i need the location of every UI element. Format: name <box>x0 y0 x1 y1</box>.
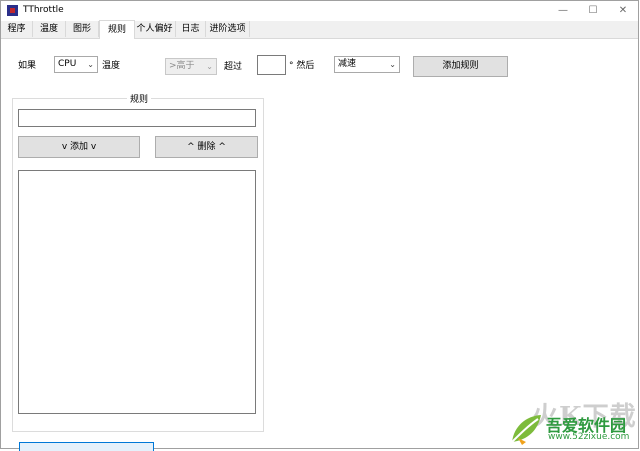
rules-listbox[interactable] <box>18 170 256 414</box>
tab-rules[interactable]: 规则 <box>99 20 135 39</box>
exceed-label: 超过 <box>224 62 243 72</box>
source-select-value: CPU <box>58 59 77 69</box>
tab-strip: 程序 温度 图形 规则 个人偏好 日志 进阶选项 <box>1 20 638 39</box>
tab-graph[interactable]: 图形 <box>66 21 99 37</box>
watermark-url: www.52zixue.com <box>548 432 630 442</box>
tab-temperature[interactable]: 温度 <box>33 21 66 37</box>
if-label: 如果 <box>18 61 37 71</box>
threshold-input[interactable] <box>257 55 286 75</box>
leaf-logo-icon <box>511 415 541 445</box>
chevron-down-icon: ⌄ <box>389 60 396 69</box>
close-button[interactable]: ✕ <box>609 3 637 18</box>
tab-advanced[interactable]: 进阶选项 <box>206 21 250 37</box>
app-icon <box>7 5 18 16</box>
rule-text-input[interactable] <box>18 109 256 127</box>
source-select[interactable]: CPU ⌄ <box>54 56 98 73</box>
then-label: ° 然后 <box>289 61 315 71</box>
tab-log[interactable]: 日志 <box>176 21 206 37</box>
maximize-button[interactable]: ☐ <box>579 3 607 18</box>
title-bar: TThrottle — ☐ ✕ <box>1 1 638 20</box>
watermark: 火K下载 吾爱软件园 www.52zixue.com <box>506 396 638 448</box>
add-rule-button[interactable]: 添加规则 <box>413 56 508 77</box>
chevron-down-icon: ⌄ <box>206 62 213 71</box>
minimize-button[interactable]: — <box>549 3 577 18</box>
rules-group-title: 规则 <box>127 92 152 105</box>
action-select-value: 减速 <box>338 59 357 69</box>
tab-programs[interactable]: 程序 <box>1 21 33 37</box>
tab-preferences[interactable]: 个人偏好 <box>134 21 176 37</box>
action-select[interactable]: 减速 ⌄ <box>334 56 400 73</box>
comparison-select[interactable]: >高于 ⌄ <box>165 58 217 75</box>
delete-button[interactable]: ^ 删除 ^ <box>155 136 258 158</box>
window-title: TThrottle <box>23 5 64 15</box>
chevron-down-icon: ⌄ <box>87 60 94 69</box>
add-button[interactable]: v 添加 v <box>18 136 140 158</box>
temperature-label: 温度 <box>102 61 121 71</box>
comparison-select-value: >高于 <box>169 61 195 71</box>
